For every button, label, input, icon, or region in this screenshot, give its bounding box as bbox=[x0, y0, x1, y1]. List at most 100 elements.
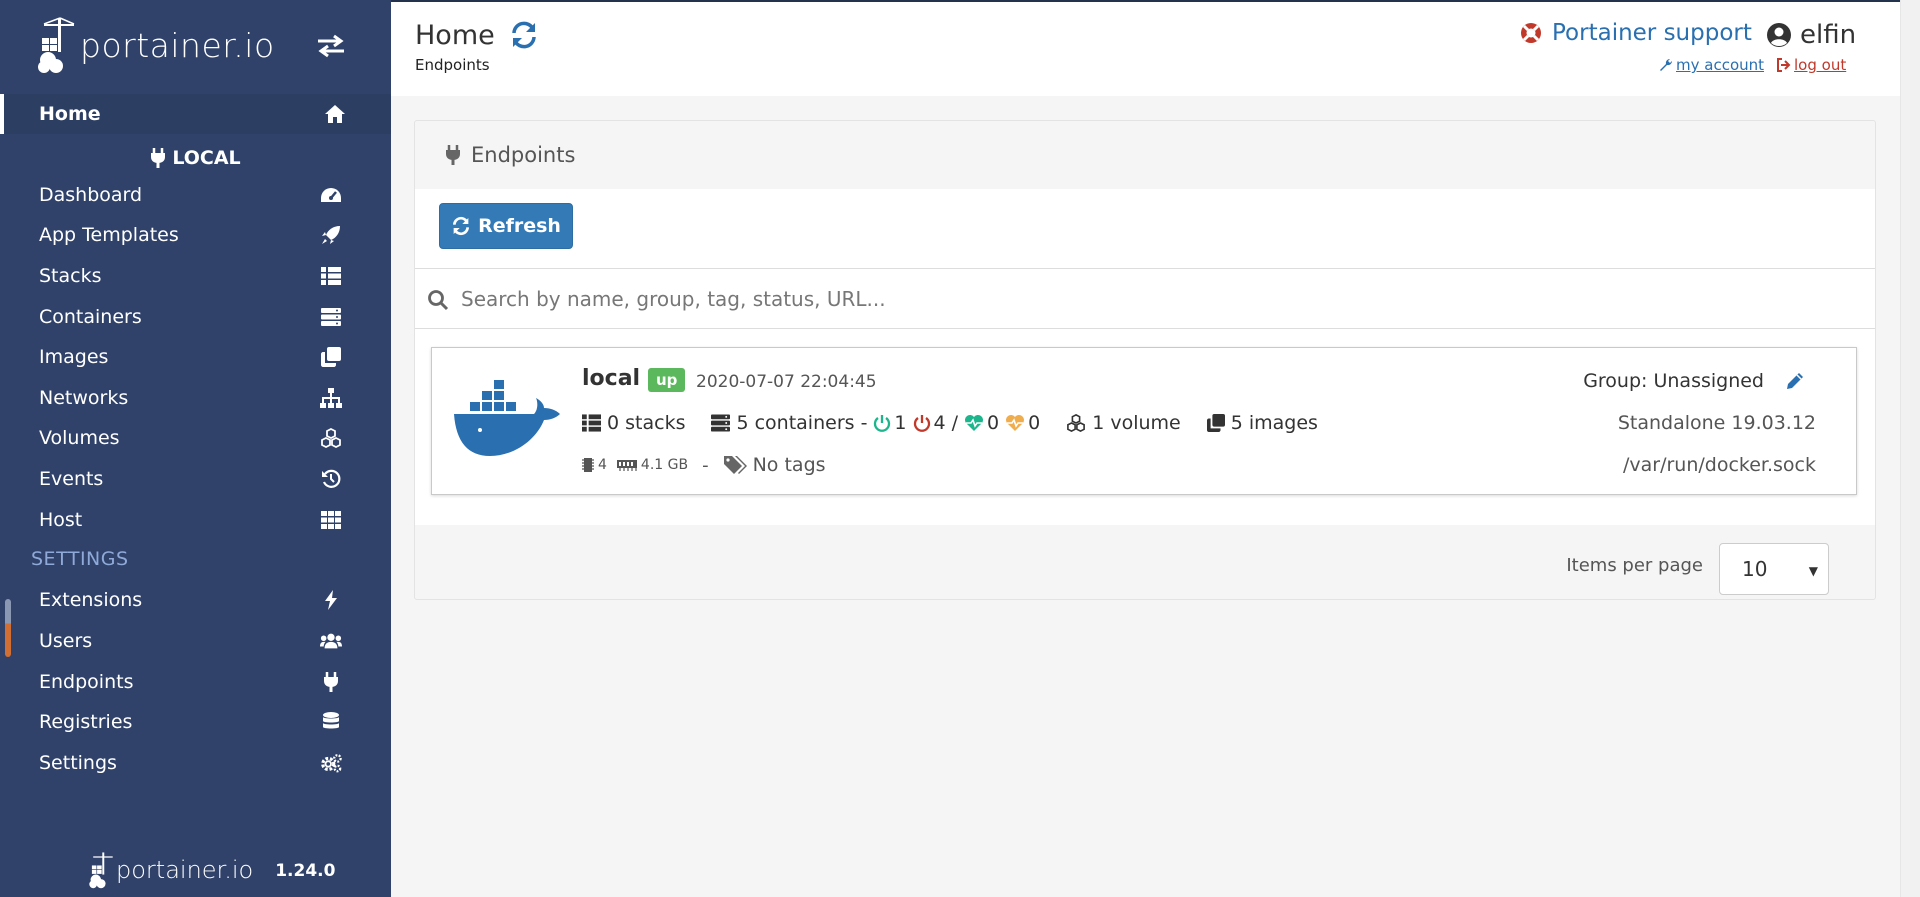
sidebar-item-dashboard[interactable]: Dashboard bbox=[0, 175, 391, 215]
sidebar-item-label: Endpoints bbox=[39, 671, 134, 693]
endpoint-card[interactable]: local up 2020-07-07 22:04:45 Group: Unas… bbox=[431, 347, 1857, 495]
tags-label: No tags bbox=[752, 454, 826, 476]
items-per-page-select[interactable]: 10 ▼ bbox=[1719, 543, 1829, 595]
log-out-link[interactable]: log out bbox=[1776, 56, 1846, 74]
sidebar-item-extensions[interactable]: Extensions bbox=[0, 580, 391, 620]
cogs-icon bbox=[320, 753, 342, 773]
my-account-link[interactable]: my account bbox=[1659, 56, 1764, 74]
sidebar-item-networks[interactable]: Networks bbox=[0, 378, 391, 418]
sidebar-item-label: Extensions bbox=[39, 589, 143, 611]
sidebar-item-label: Users bbox=[39, 630, 93, 652]
main-content: Endpoints Refresh Search by name, group,… bbox=[391, 96, 1900, 897]
items-per-page-value: 10 bbox=[1742, 557, 1768, 581]
portainer-support-link[interactable]: Portainer support bbox=[1520, 20, 1752, 46]
brand-name: portainer.io bbox=[80, 25, 275, 65]
caret-down-icon: ▼ bbox=[1808, 564, 1818, 578]
portainer-logo-icon bbox=[89, 852, 113, 889]
life-ring-icon bbox=[1521, 23, 1541, 43]
tags: No tags bbox=[723, 454, 826, 476]
endpoint-name: local bbox=[582, 366, 641, 391]
th-icon bbox=[320, 510, 342, 530]
sidebar-item-events[interactable]: Events bbox=[0, 459, 391, 499]
sidebar-item-label: App Templates bbox=[39, 224, 179, 246]
rocket-icon bbox=[320, 225, 342, 245]
sidebar-item-registries[interactable]: Registries bbox=[0, 702, 391, 742]
exchange-icon[interactable] bbox=[316, 34, 346, 58]
clone-icon bbox=[1206, 414, 1225, 432]
endpoint-timestamp: 2020-07-07 22:04:45 bbox=[696, 372, 877, 392]
endpoint-group: Group: Unassigned bbox=[1583, 370, 1764, 392]
sidebar-item-label: Registries bbox=[39, 711, 133, 733]
sitemap-icon bbox=[320, 388, 342, 408]
portainer-logo-icon bbox=[38, 17, 75, 73]
sidebar-item-containers[interactable]: Containers bbox=[0, 297, 391, 337]
settings-heading: SETTINGS bbox=[31, 548, 129, 570]
memory-size: 4.1 GB bbox=[640, 457, 689, 473]
stacks-count: 0 stacks bbox=[607, 412, 686, 434]
brand-logo[interactable]: portainer.io bbox=[36, 10, 275, 80]
sidebar-item-volumes[interactable]: Volumes bbox=[0, 418, 391, 458]
footer-brand-name: portainer.io bbox=[116, 856, 254, 884]
server-icon bbox=[711, 414, 731, 432]
sidebar-item-label: Images bbox=[39, 346, 109, 368]
pagination: Items per page 10 ▼ bbox=[415, 525, 1875, 601]
search-bar bbox=[415, 269, 1875, 329]
sidebar-item-label: Networks bbox=[39, 387, 129, 409]
search-icon bbox=[428, 290, 449, 311]
username: elfin bbox=[1800, 20, 1857, 50]
sidebar-item-label: Events bbox=[39, 468, 104, 490]
cubes-icon bbox=[320, 428, 342, 448]
stats-separator: / bbox=[951, 412, 959, 434]
heartbeat-warning-icon bbox=[1005, 414, 1025, 432]
home-icon bbox=[324, 104, 346, 124]
heartbeat-icon bbox=[964, 414, 984, 432]
sidebar-item-label: Dashboard bbox=[39, 184, 143, 206]
unhealthy-count: 0 bbox=[1028, 412, 1041, 434]
sidebar-scrollbar[interactable] bbox=[5, 599, 11, 657]
version-label: 1.24.0 bbox=[275, 861, 336, 881]
cpu-count: 4 bbox=[598, 457, 607, 473]
page-scrollbar[interactable] bbox=[1900, 0, 1920, 897]
memory-icon bbox=[616, 458, 637, 472]
sidebar-item-host[interactable]: Host bbox=[0, 500, 391, 540]
images-count: 5 images bbox=[1230, 412, 1318, 434]
page-title: Home bbox=[415, 20, 495, 51]
sidebar-item-label: Stacks bbox=[39, 265, 102, 287]
bolt-icon bbox=[320, 590, 342, 610]
sidebar-item-label: Containers bbox=[39, 306, 142, 328]
endpoint-version: Standalone 19.03.12 bbox=[1617, 412, 1816, 434]
refresh-icon[interactable] bbox=[509, 20, 539, 50]
sidebar-item-label: Settings bbox=[39, 752, 117, 774]
endpoint-list: local up 2020-07-07 22:04:45 Group: Unas… bbox=[415, 329, 1875, 525]
cubes-icon bbox=[1066, 414, 1086, 432]
wrench-icon bbox=[1660, 58, 1673, 71]
users-icon bbox=[320, 631, 342, 651]
sidebar-endpoint-title: LOCAL bbox=[0, 140, 391, 176]
sidebar-item-images[interactable]: Images bbox=[0, 337, 391, 377]
sidebar-item-endpoints[interactable]: Endpoints bbox=[0, 662, 391, 702]
sidebar-item-stacks[interactable]: Stacks bbox=[0, 256, 391, 296]
sidebar-item-settings[interactable]: Settings bbox=[0, 743, 391, 783]
items-per-page-label: Items per page bbox=[1566, 555, 1703, 576]
sign-out-icon bbox=[1777, 58, 1791, 72]
support-label: Portainer support bbox=[1552, 20, 1752, 46]
volumes-count: 1 volume bbox=[1092, 412, 1181, 434]
status-badge: up bbox=[648, 368, 686, 392]
refresh-label: Refresh bbox=[478, 215, 561, 237]
refresh-button[interactable]: Refresh bbox=[439, 203, 573, 249]
sidebar-item-users[interactable]: Users bbox=[0, 621, 391, 661]
sidebar-item-app-templates[interactable]: App Templates bbox=[0, 215, 391, 255]
th-list-icon bbox=[320, 266, 342, 286]
endpoint-url: /var/run/docker.sock bbox=[1622, 454, 1816, 476]
healthy-count: 0 bbox=[987, 412, 1000, 434]
search-input[interactable] bbox=[461, 277, 1841, 321]
clone-icon bbox=[320, 347, 342, 367]
pencil-icon[interactable] bbox=[1784, 370, 1806, 392]
refresh-icon bbox=[453, 216, 470, 236]
power-on-icon bbox=[873, 414, 891, 432]
sidebar-item-home[interactable]: Home bbox=[0, 94, 391, 134]
panel-heading: Endpoints bbox=[415, 121, 1875, 189]
tags-icon bbox=[723, 456, 747, 474]
my-account-label: my account bbox=[1676, 56, 1765, 74]
plug-icon bbox=[320, 672, 342, 692]
